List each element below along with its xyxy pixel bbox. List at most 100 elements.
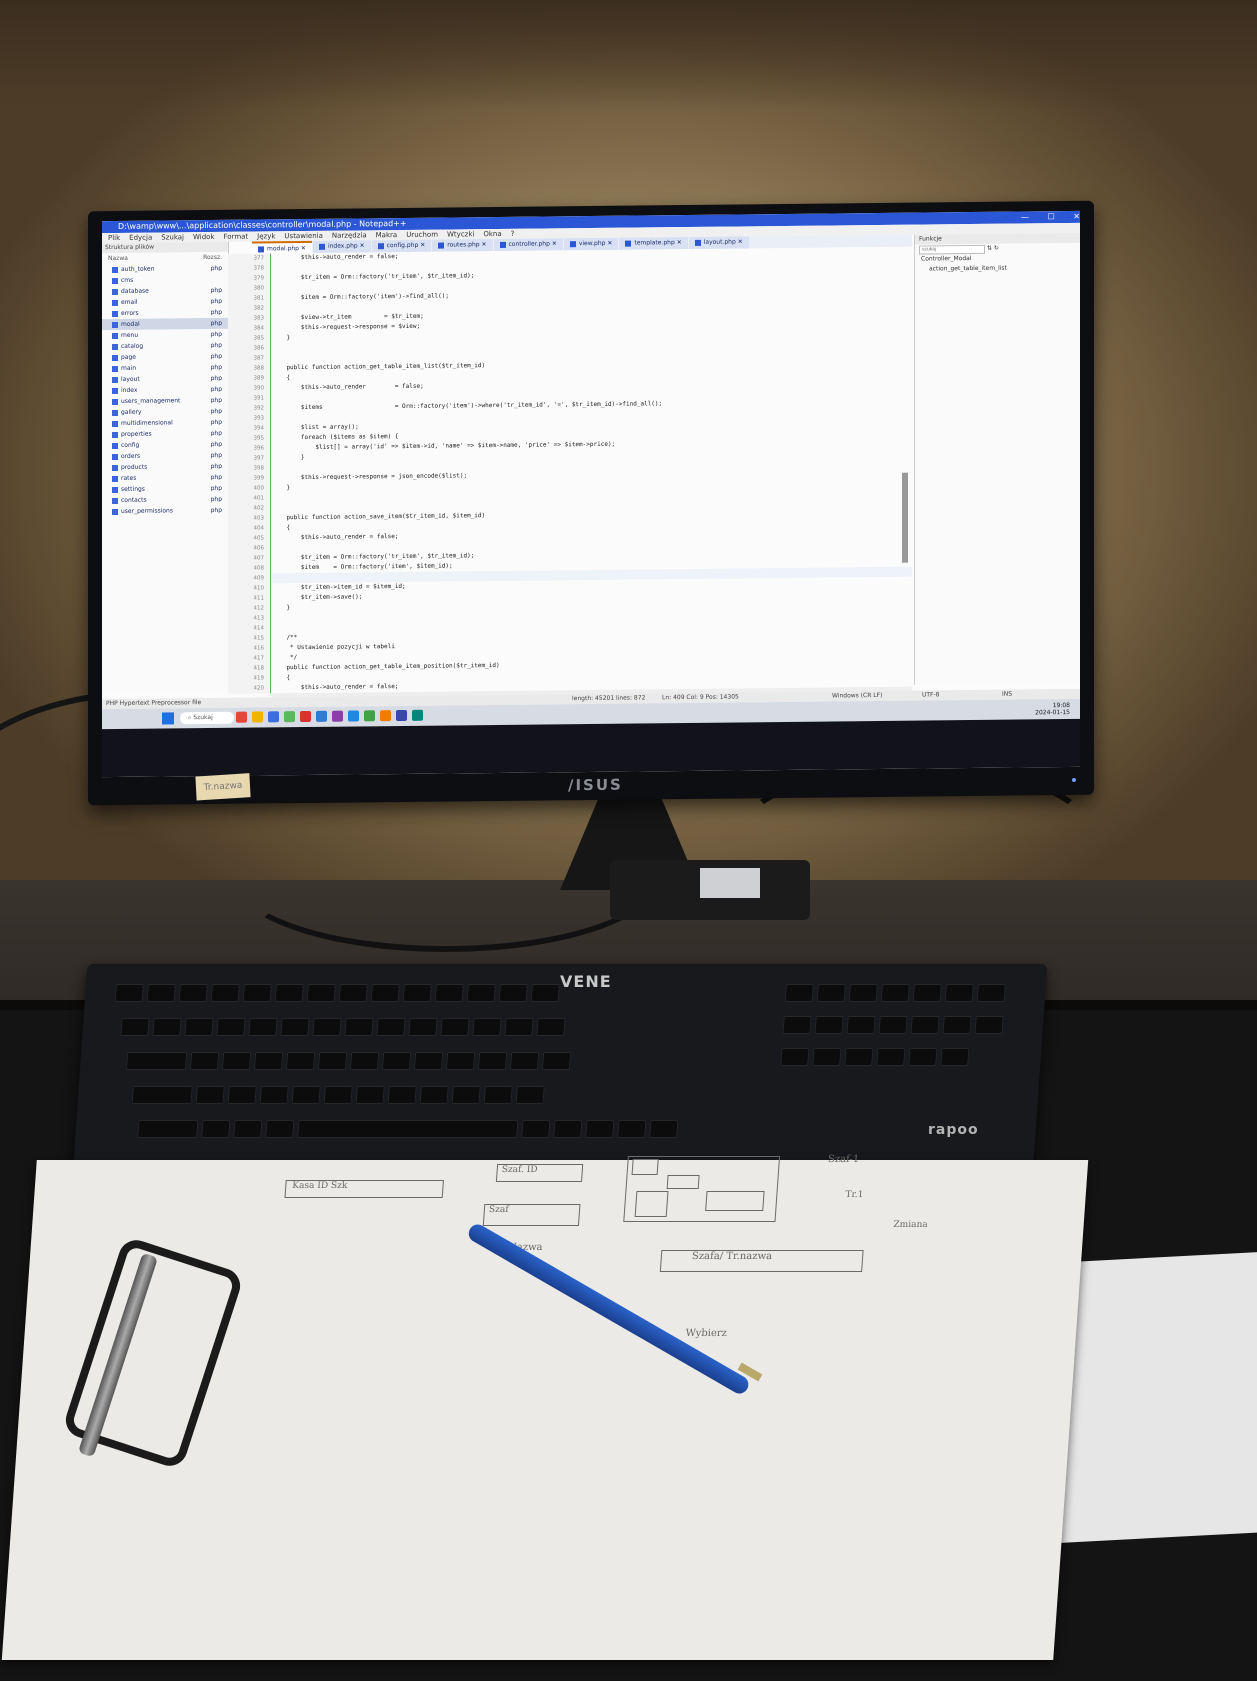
keyboard-key[interactable] bbox=[189, 1052, 220, 1070]
taskbar-app-icon[interactable] bbox=[380, 710, 391, 722]
keyboard-key[interactable] bbox=[210, 984, 240, 1002]
keyboard-key[interactable] bbox=[312, 1018, 342, 1036]
menu-item[interactable]: Wtyczki bbox=[447, 230, 474, 238]
keyboard-key[interactable] bbox=[227, 1086, 257, 1104]
numpad-key[interactable] bbox=[910, 1016, 940, 1034]
numpad-key[interactable] bbox=[784, 984, 814, 1002]
keyboard-key[interactable] bbox=[285, 1052, 316, 1070]
keyboard-key[interactable] bbox=[504, 1018, 534, 1036]
taskbar-app-icon[interactable] bbox=[316, 710, 327, 722]
keyboard-key[interactable] bbox=[419, 1086, 449, 1104]
numpad-key[interactable] bbox=[880, 984, 910, 1002]
keyboard-key[interactable] bbox=[515, 1086, 545, 1104]
keyboard-key[interactable] bbox=[152, 1018, 182, 1036]
close-tab-icon[interactable]: ✕ bbox=[736, 238, 743, 245]
keyboard-key[interactable] bbox=[530, 984, 560, 1002]
keyboard-key[interactable] bbox=[216, 1018, 246, 1036]
keyboard-key[interactable] bbox=[387, 1086, 417, 1104]
keyboard-key[interactable] bbox=[125, 1052, 188, 1070]
taskbar-app-icon[interactable] bbox=[364, 710, 375, 722]
numpad-key[interactable] bbox=[976, 984, 1006, 1002]
taskbar-app-icon[interactable] bbox=[268, 711, 279, 723]
numpad-key[interactable] bbox=[876, 1048, 906, 1066]
menu-item[interactable]: Szukaj bbox=[161, 233, 184, 241]
keyboard-key[interactable] bbox=[381, 1052, 412, 1070]
keyboard-key[interactable] bbox=[617, 1120, 647, 1138]
numpad-key[interactable] bbox=[846, 1016, 876, 1034]
keyboard-key[interactable] bbox=[323, 1086, 353, 1104]
keyboard-key[interactable] bbox=[253, 1052, 284, 1070]
keyboard-key[interactable] bbox=[498, 984, 528, 1002]
editor-tab[interactable]: controller.php ✕ bbox=[493, 238, 563, 252]
numpad-key[interactable] bbox=[912, 984, 942, 1002]
keyboard-key[interactable] bbox=[466, 984, 496, 1002]
numpad-key[interactable] bbox=[782, 1016, 812, 1034]
numpad-key[interactable] bbox=[848, 984, 878, 1002]
sort-icon[interactable]: ⇅ bbox=[987, 245, 992, 252]
keyboard-key[interactable] bbox=[553, 1120, 583, 1138]
keyboard-key[interactable] bbox=[306, 984, 336, 1002]
taskbar-app-icon[interactable] bbox=[300, 710, 311, 723]
menu-item[interactable]: Format bbox=[224, 233, 249, 241]
system-tray[interactable]: 19:08 2024-01-15 bbox=[1035, 702, 1070, 716]
editor-tab[interactable]: template.php ✕ bbox=[619, 236, 688, 250]
keyboard-key[interactable] bbox=[291, 1086, 321, 1104]
col-ext[interactable]: Rozsz. bbox=[203, 254, 222, 261]
keyboard-key[interactable] bbox=[509, 1052, 540, 1070]
keyboard-key[interactable] bbox=[445, 1052, 476, 1070]
function-list-item[interactable]: action_get_table_item_list bbox=[915, 263, 1080, 275]
keyboard-key[interactable] bbox=[317, 1052, 348, 1070]
close-tab-icon[interactable]: ✕ bbox=[550, 240, 557, 247]
numpad-key[interactable] bbox=[780, 1048, 810, 1066]
taskbar-app-icon[interactable] bbox=[284, 711, 295, 723]
keyboard-key[interactable] bbox=[376, 1018, 406, 1036]
keyboard-key[interactable] bbox=[483, 1086, 513, 1104]
numpad-key[interactable] bbox=[878, 1016, 908, 1034]
menu-item[interactable]: Narzędzia bbox=[332, 231, 367, 239]
menu-item[interactable]: Okna bbox=[483, 230, 501, 238]
col-name[interactable]: Nazwa bbox=[108, 255, 128, 262]
keyboard-key[interactable] bbox=[434, 984, 464, 1002]
keyboard-key[interactable] bbox=[265, 1120, 295, 1138]
taskbar-app-icon[interactable] bbox=[348, 710, 359, 722]
menu-item[interactable]: Język bbox=[257, 232, 275, 240]
keyboard-key[interactable] bbox=[413, 1052, 444, 1070]
taskbar-app-icon[interactable] bbox=[396, 709, 407, 722]
menu-item[interactable]: Ustawienia bbox=[284, 232, 322, 240]
keyboard-key[interactable] bbox=[402, 984, 432, 1002]
close-tab-icon[interactable]: ✕ bbox=[605, 240, 612, 247]
windows-start-icon[interactable] bbox=[162, 712, 174, 725]
taskbar-app-icon[interactable] bbox=[332, 710, 343, 722]
keyboard-key[interactable] bbox=[297, 1120, 519, 1138]
close-tab-icon[interactable]: ✕ bbox=[418, 242, 425, 249]
window-controls[interactable]: — ☐ ✕ bbox=[1021, 211, 1080, 224]
keyboard-key[interactable] bbox=[477, 1052, 508, 1070]
keyboard-key[interactable] bbox=[451, 1086, 481, 1104]
keyboard-key[interactable] bbox=[370, 984, 400, 1002]
numpad-key[interactable] bbox=[844, 1048, 874, 1066]
keyboard-key[interactable] bbox=[137, 1120, 199, 1138]
keyboard-key[interactable] bbox=[585, 1120, 615, 1138]
function-search-input[interactable] bbox=[919, 244, 985, 255]
menu-item[interactable]: Makra bbox=[376, 231, 398, 239]
numpad-key[interactable] bbox=[816, 984, 846, 1002]
keyboard-key[interactable] bbox=[349, 1052, 380, 1070]
keyboard-key[interactable] bbox=[338, 984, 368, 1002]
keyboard-key[interactable] bbox=[536, 1018, 566, 1036]
keyboard-key[interactable] bbox=[408, 1018, 438, 1036]
close-tab-icon[interactable]: ✕ bbox=[675, 239, 682, 246]
keyboard-key[interactable] bbox=[274, 984, 304, 1002]
keyboard-key[interactable] bbox=[114, 984, 144, 1002]
keyboard-key[interactable] bbox=[440, 1018, 470, 1036]
keyboard-key[interactable] bbox=[184, 1018, 214, 1036]
close-tab-icon[interactable]: ✕ bbox=[480, 241, 486, 248]
close-tab-icon[interactable]: ✕ bbox=[358, 242, 365, 249]
taskbar-app-icon[interactable] bbox=[412, 709, 423, 721]
file-tree-item[interactable]: user_permissions php bbox=[102, 505, 228, 517]
numpad-key[interactable] bbox=[942, 1016, 972, 1034]
keyboard-key[interactable] bbox=[344, 1018, 374, 1036]
taskbar-app-icon[interactable] bbox=[252, 711, 263, 723]
keyboard-key[interactable] bbox=[521, 1120, 551, 1138]
numpad-key[interactable] bbox=[940, 1048, 970, 1066]
keyboard-key[interactable] bbox=[242, 984, 272, 1002]
